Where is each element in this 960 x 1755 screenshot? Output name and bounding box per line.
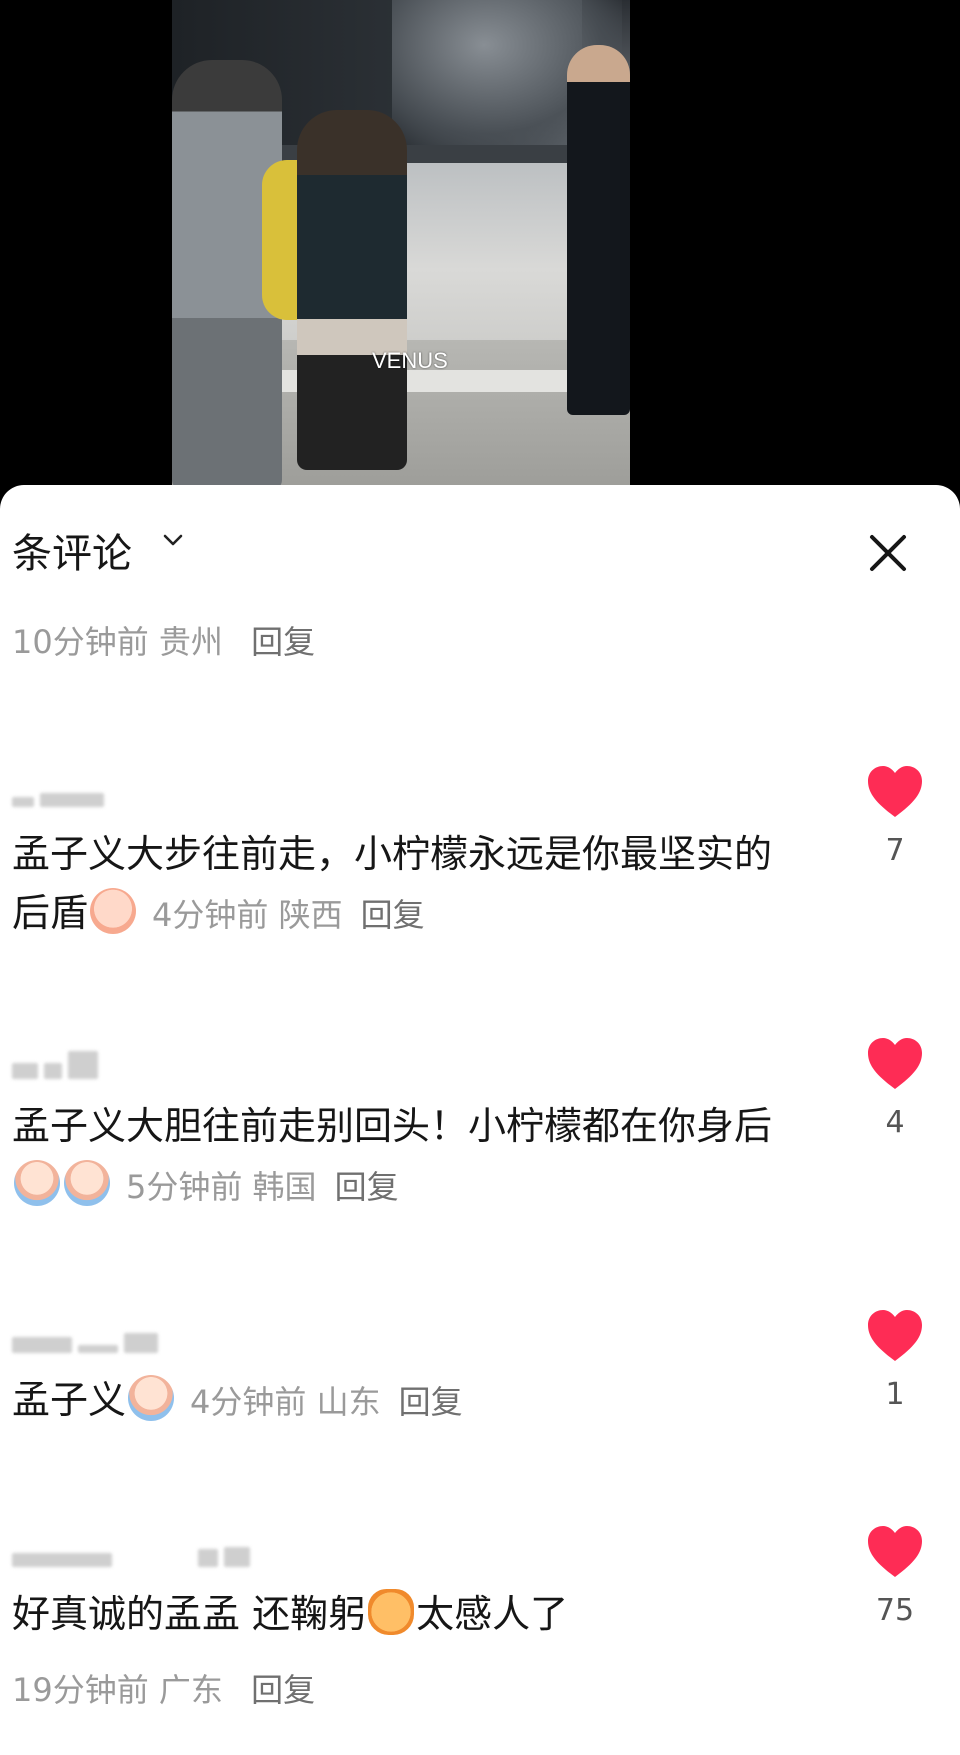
- crying-emoji: [128, 1375, 175, 1421]
- video-frame[interactable]: VENUS: [172, 0, 630, 490]
- comment-text: 孟子义 4分钟前 山东 回复: [12, 1371, 772, 1432]
- person-bowing: [297, 110, 407, 470]
- like-count: 4: [885, 1105, 905, 1140]
- reply-button[interactable]: 回复: [335, 1168, 399, 1206]
- like-control[interactable]: 1: [860, 1309, 930, 1412]
- username-blurred[interactable]: [12, 1535, 250, 1567]
- crying-emoji: [64, 1160, 110, 1206]
- comment-body-end: 太感人了: [416, 1592, 569, 1636]
- like-control[interactable]: 7: [860, 765, 930, 868]
- comment-text: 孟子义大步往前走，小柠檬永远是你最坚实的后盾 4分钟前 陕西 回复: [12, 825, 772, 945]
- comment-location: 贵州: [158, 623, 223, 661]
- reply-button[interactable]: 回复: [361, 896, 425, 934]
- heart-icon[interactable]: [866, 1037, 924, 1091]
- crying-emoji: [14, 1160, 60, 1206]
- username-blurred[interactable]: [12, 1047, 98, 1079]
- username-blurred[interactable]: [12, 775, 104, 807]
- comments-title: 条评论: [12, 531, 132, 577]
- like-control[interactable]: 4: [860, 1037, 930, 1140]
- like-control[interactable]: 75: [860, 1525, 930, 1628]
- like-count: 7: [885, 833, 905, 868]
- comments-panel: 条评论 10分钟前 贵州 回复 孟子义大步往前走，小柠檬永远是你最坚实的后盾 4分…: [0, 485, 960, 1755]
- comment-meta: 5分钟前 韩国 回复: [126, 1168, 399, 1206]
- comment-meta: 19分钟前 广东 回复: [12, 1671, 316, 1709]
- comment-time: 10分钟前: [12, 623, 149, 661]
- heart-icon[interactable]: [866, 1525, 924, 1579]
- comment-meta: 4分钟前 陕西 回复: [152, 896, 425, 934]
- previous-comment-meta: 10分钟前 贵州 回复: [12, 617, 315, 663]
- comment-text: 孟子义大胆往前走别回头！小柠檬都在你身后 5分钟前 韩国 回复: [12, 1097, 772, 1217]
- reply-button[interactable]: 回复: [399, 1383, 463, 1421]
- username-blurred[interactable]: [12, 1321, 158, 1353]
- like-count: 1: [885, 1377, 905, 1412]
- comment-body: 孟子义大胆往前走别回头！小柠檬都在你身后: [12, 1104, 773, 1148]
- comment-meta: 4分钟前 山东 回复: [190, 1383, 463, 1421]
- reply-button[interactable]: 回复: [251, 1671, 315, 1709]
- comment-text: 好真诚的孟孟 还鞠躬 太感人了: [12, 1585, 772, 1644]
- crying-cat-emoji: [368, 1589, 415, 1635]
- close-icon[interactable]: [866, 531, 910, 575]
- chevron-down-icon[interactable]: [160, 527, 186, 553]
- person-right: [567, 45, 630, 415]
- comment-body: 好真诚的孟孟 还鞠躬: [12, 1592, 367, 1636]
- video-area[interactable]: VENUS: [0, 0, 960, 490]
- like-count: 75: [875, 1593, 915, 1628]
- blush-emoji: [90, 888, 137, 934]
- heart-icon[interactable]: [866, 765, 924, 819]
- video-watermark: VENUS: [372, 348, 448, 373]
- reply-button[interactable]: 回复: [251, 623, 315, 661]
- heart-icon[interactable]: [866, 1309, 924, 1363]
- comment-body: 孟子义: [12, 1378, 127, 1422]
